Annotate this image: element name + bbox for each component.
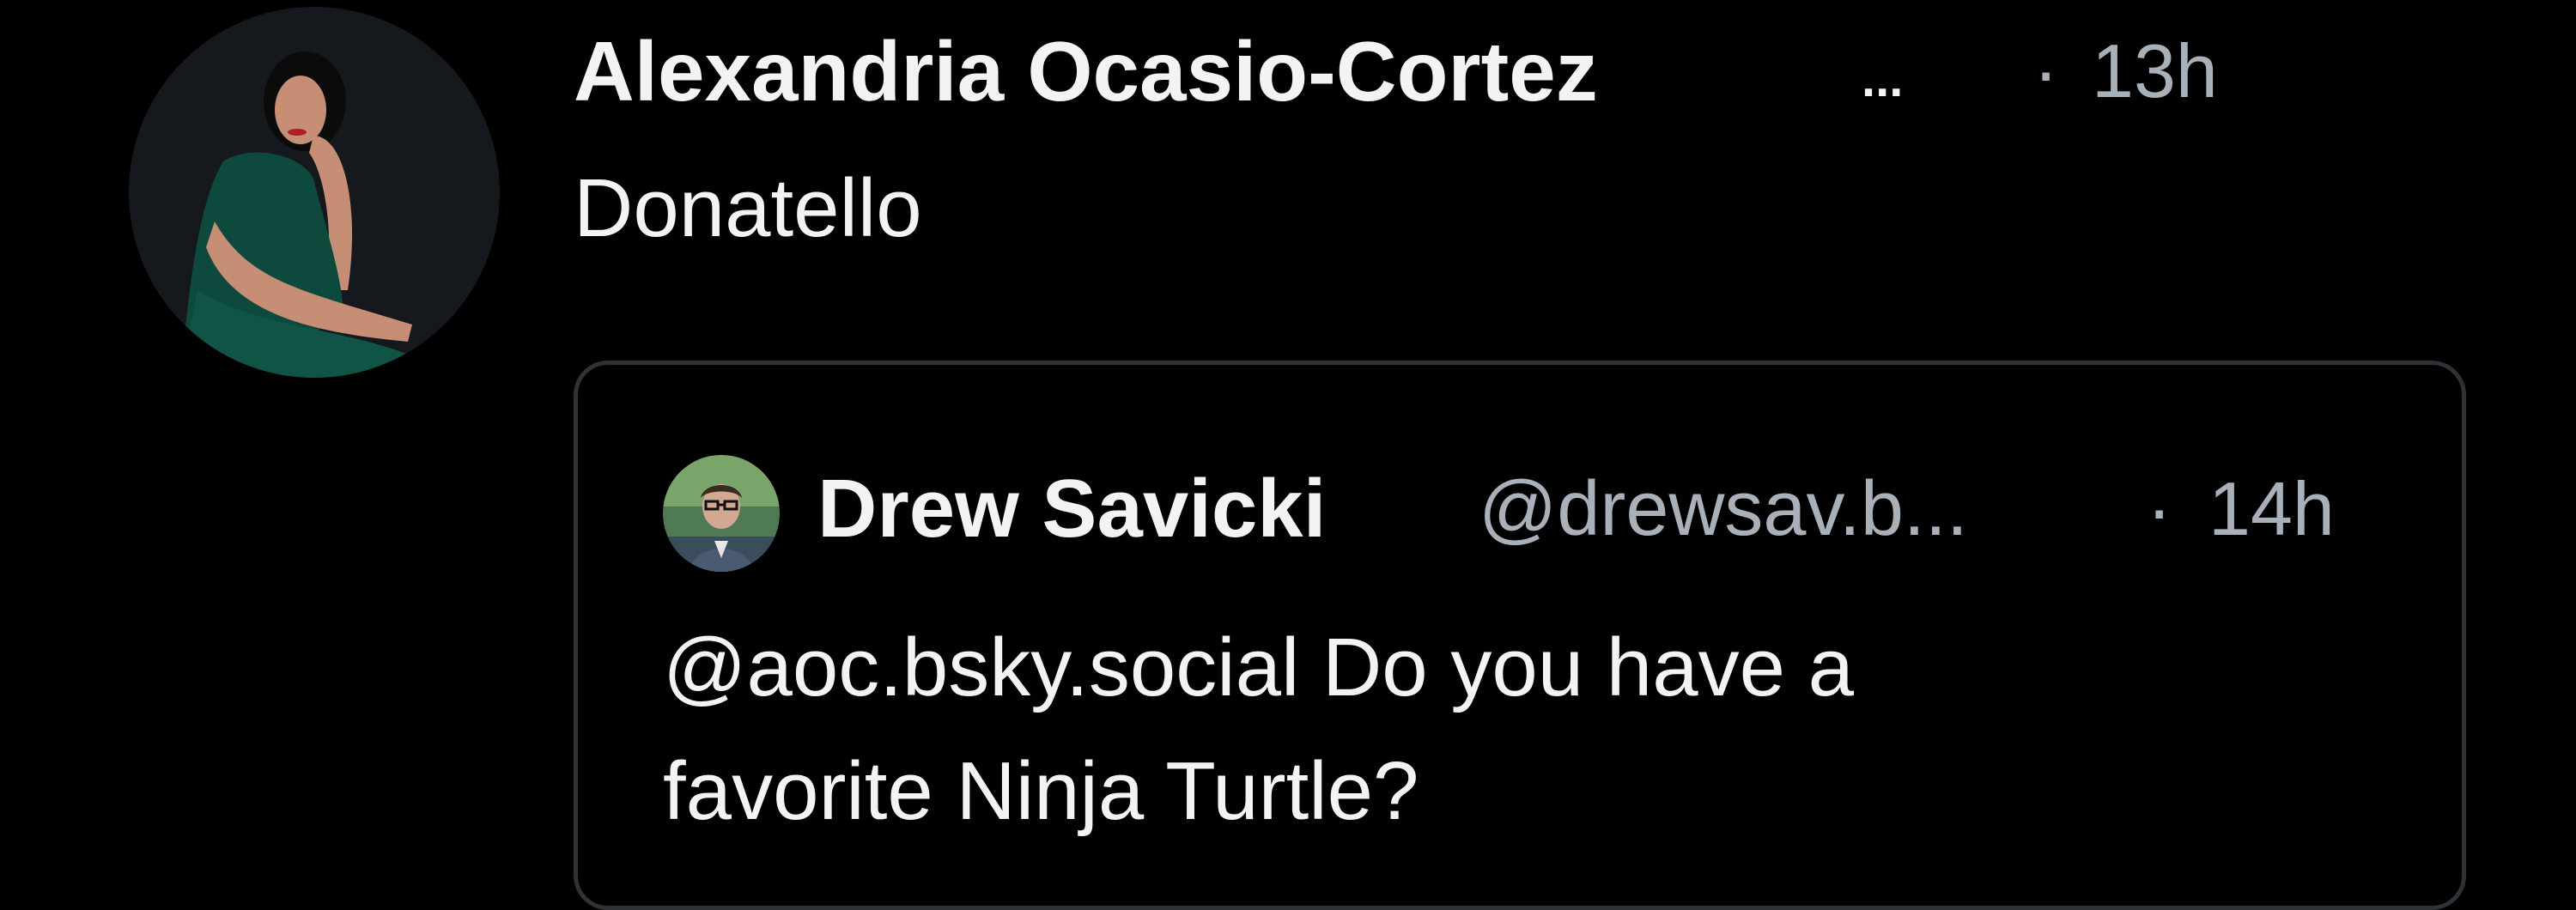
author-avatar[interactable] [129, 7, 500, 378]
portrait-photo-icon [129, 7, 500, 378]
post-text: Donatello [574, 162, 922, 254]
quoted-post-timestamp[interactable]: 14h [2208, 453, 2335, 565]
post-header: Alexandria Ocasio-Cortez ... · 13h [574, 10, 2291, 122]
header-separator: · [2033, 28, 2059, 113]
portrait-photo-icon [663, 455, 780, 572]
quoted-post-text: @aoc.bsky.social Do you have a favorite … [663, 622, 1855, 837]
quoted-author-handle[interactable]: @drewsav.b... [1479, 453, 1968, 565]
quoted-post-header: Drew Savicki @drewsav.b... · 14h [817, 453, 2449, 565]
post-timestamp[interactable]: 13h [2092, 15, 2218, 127]
author-display-name[interactable]: Alexandria Ocasio-Cortez [574, 15, 1598, 127]
quoted-author-display-name[interactable]: Drew Savicki [817, 453, 1326, 565]
name-truncation: ... [1862, 52, 1904, 107]
quoted-header-separator: · [2147, 466, 2172, 551]
quoted-author-avatar[interactable] [663, 455, 780, 572]
